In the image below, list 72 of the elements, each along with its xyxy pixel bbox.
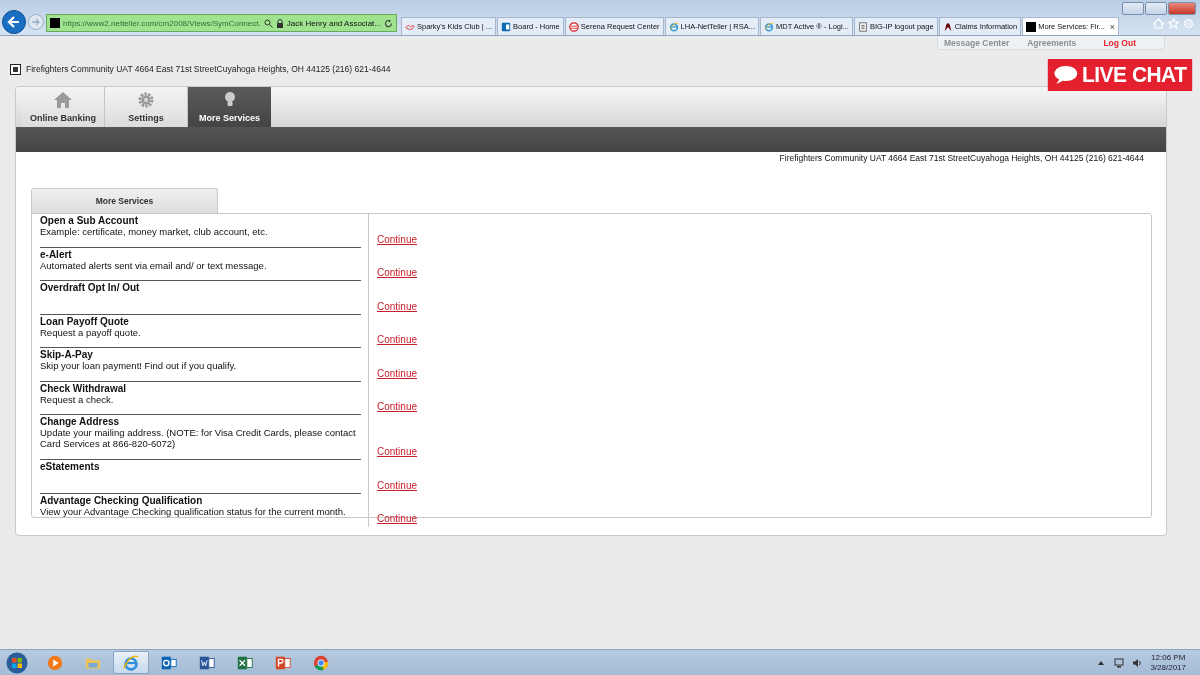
favicon-icon	[50, 18, 60, 28]
speaker-icon[interactable]	[1132, 657, 1143, 668]
chrome-icon	[312, 653, 330, 672]
service-name: e-Alert	[40, 248, 73, 260]
service-name: Change Address	[40, 416, 121, 427]
service-name: Overdraft Opt In/ Out	[40, 282, 141, 293]
service-name: Skip-A-Pay	[40, 349, 94, 360]
nav-tab[interactable]: Online Banking	[22, 87, 105, 127]
continue-link[interactable]: Continue	[377, 446, 418, 457]
service-name: Check Withdrawal	[40, 382, 128, 394]
network-icon[interactable]	[1114, 657, 1125, 668]
close-button[interactable]	[1168, 2, 1196, 15]
document-icon	[501, 21, 512, 32]
back-button[interactable]	[2, 10, 26, 34]
taskbar-app[interactable]	[113, 651, 149, 674]
continue-link[interactable]: Continue	[377, 334, 418, 345]
section-tab[interactable]: More Services	[31, 188, 218, 213]
service-name: Open a Sub Account	[40, 215, 139, 226]
browser-icon	[764, 21, 775, 32]
logo-icon	[10, 63, 21, 75]
close-tab-button[interactable]: ×	[1109, 21, 1116, 32]
continue-link[interactable]: Continue	[377, 367, 418, 379]
system-clock[interactable]: 12:06 PM 3/28/2017	[1150, 652, 1186, 673]
service-description: Skip your loan payment! Find out if you qualify.	[40, 360, 238, 371]
minimize-button[interactable]	[1122, 2, 1144, 15]
emblem-icon	[942, 21, 953, 32]
clock-date: 3/28/2017	[1150, 662, 1186, 673]
service-name: eStatements	[40, 461, 101, 472]
live-chat-button[interactable]: LIVE CHAT	[1047, 59, 1193, 91]
browser-icon	[668, 21, 679, 32]
refresh-icon[interactable]	[384, 18, 393, 28]
search-icon	[263, 18, 273, 28]
institution-address: Firefighters Community UAT 4664 East 71st StreetCuyahoga Heights, OH 44125 (216) 621-4644	[26, 64, 391, 74]
header-link[interactable]: Log Out	[1103, 37, 1136, 48]
gear-icon	[136, 91, 156, 109]
speech-bubble-icon	[1053, 65, 1079, 85]
institution-address: Firefighters Community UAT 4664 East 71st StreetCuyahoga Heights, OH 44125 (216) 621-4644	[778, 152, 1145, 163]
service-description: Automated alerts sent via email and/ or text message.	[40, 259, 268, 271]
service-name: Loan Payoff Quote	[40, 315, 130, 327]
nav-tab[interactable]: Settings	[105, 87, 188, 127]
page-icon	[857, 21, 868, 32]
nav-tab-label: More Services	[198, 113, 260, 123]
nav-tab-label: Settings	[128, 113, 164, 123]
service-description: Request a check.	[40, 393, 115, 405]
continue-link[interactable]: Continue	[377, 479, 418, 491]
star-icon[interactable]	[1168, 18, 1179, 29]
lock-icon	[275, 18, 284, 28]
service-description: Update your mailing address. (NOTE: for Visa Credit Cards, please contact Card Services at 866-820-6072)	[40, 427, 357, 449]
address-bar[interactable]: https://www2.netteller.com/cm2008/Views/SymConnect. Jack Henry and Associat...	[46, 14, 397, 32]
house-icon	[53, 91, 73, 109]
forward-button[interactable]	[28, 14, 44, 30]
site-identity: Jack Henry and Associat...	[286, 18, 381, 28]
service-description: View your Advantage Checking qualification status for the current month.	[40, 505, 347, 517]
continue-link[interactable]: Continue	[377, 401, 418, 412]
continue-link[interactable]: Continue	[377, 513, 418, 524]
arrow-left-icon	[7, 15, 21, 29]
restore-button[interactable]	[1145, 2, 1167, 15]
service-description: Request a payoff quote.	[40, 326, 142, 338]
url-text: https://www2.netteller.com/cm2008/Views/SymConnect.	[63, 18, 261, 28]
start-button[interactable]	[4, 651, 30, 674]
service-name: Advantage Checking Qualification	[40, 494, 204, 506]
browser-icon	[122, 653, 140, 672]
service-description: Example: certificate, money market, club account, etc.	[40, 226, 269, 237]
nav-tab-label: Online Banking	[30, 113, 96, 123]
clock-time: 12:06 PM	[1150, 652, 1186, 663]
media-player-icon	[46, 653, 64, 672]
continue-link[interactable]: Continue	[377, 233, 418, 245]
arrow-right-icon	[31, 17, 41, 27]
nav-tab[interactable]: More Services	[188, 87, 271, 127]
continue-link[interactable]: Continue	[377, 300, 418, 312]
favicon-icon	[1026, 21, 1037, 32]
continue-link[interactable]: Continue	[377, 267, 418, 278]
